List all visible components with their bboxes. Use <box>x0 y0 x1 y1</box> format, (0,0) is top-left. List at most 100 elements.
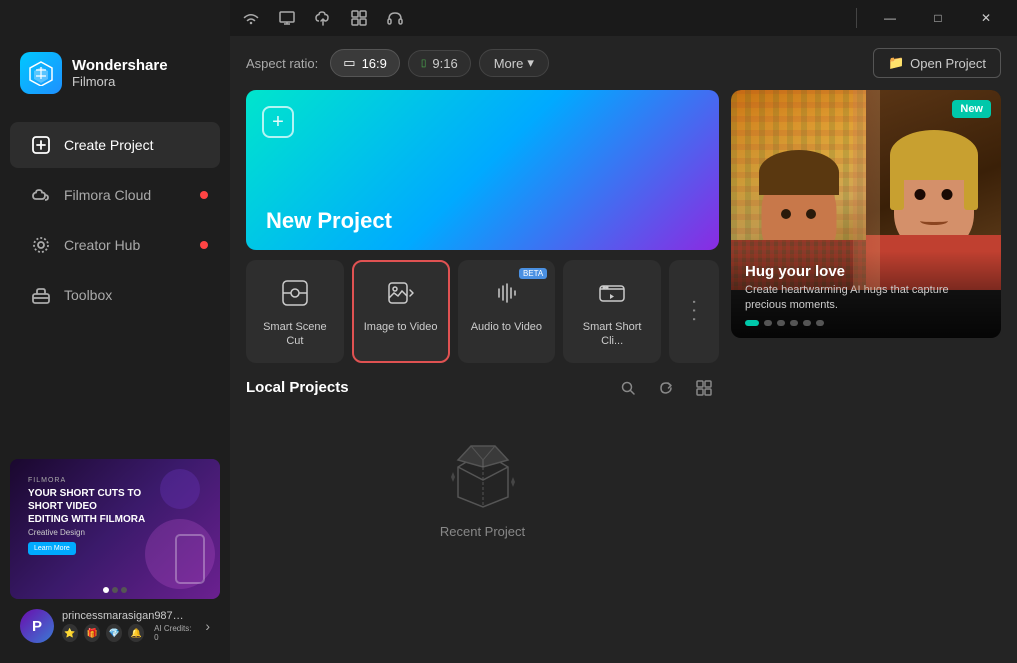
audio-to-video-card[interactable]: BETA Audio to Video <box>458 260 556 363</box>
wifi-icon[interactable] <box>240 7 262 29</box>
sidebar-item-filmora-cloud[interactable]: Filmora Cloud <box>10 172 220 218</box>
aspect-ratio-label: Aspect ratio: <box>246 56 318 71</box>
aspect-16-9-label: 16:9 <box>362 56 387 71</box>
image-to-video-icon <box>382 274 420 312</box>
user-info: princessmarasigan987@gm... ⭐ 🎁 💎 🔔 AI Cr… <box>62 610 197 642</box>
carousel-dot-5[interactable] <box>803 320 811 326</box>
empty-box-icon <box>443 442 523 512</box>
user-icon-3: 💎 <box>106 624 122 642</box>
create-project-icon <box>30 134 52 156</box>
nav-menu: Create Project Filmora Cloud Creator Hub <box>0 110 230 449</box>
main-content: Aspect ratio: ▭ 16:9 ▯ 9:16 More ▾ 📁 Ope… <box>230 36 1017 663</box>
feature-new-badge: New <box>952 100 991 118</box>
promo-banner[interactable]: Filmora YOUR SHORT CUTS TOSHORT VIDEOEDI… <box>10 459 220 599</box>
promo-learn-more-button[interactable]: Learn More <box>28 542 76 555</box>
aspect-16-9-icon: ▭ <box>343 55 355 71</box>
user-icon-row: ⭐ 🎁 💎 🔔 AI Credits: 0 <box>62 624 197 642</box>
content-area: + New Project Smart Scene Cut <box>230 90 1017 663</box>
more-chevron-icon: ▾ <box>527 55 534 71</box>
upload-cloud-icon[interactable] <box>312 7 334 29</box>
user-avatar: P <box>20 609 54 643</box>
promo-carousel-dots <box>103 587 127 593</box>
grid-view-button[interactable] <box>689 373 719 403</box>
section-actions <box>613 373 719 403</box>
open-project-button[interactable]: 📁 Open Project <box>873 48 1001 78</box>
user-icon-4: 🔔 <box>128 624 144 642</box>
sidebar-label-creator-hub: Creator Hub <box>64 237 140 253</box>
local-projects-section: Local Projects <box>246 373 719 647</box>
more-label: More <box>494 56 524 71</box>
smart-short-clip-label: Smart Short Cli... <box>573 320 651 349</box>
monitor-icon[interactable] <box>276 7 298 29</box>
user-arrow-icon: › <box>205 618 210 634</box>
new-project-banner[interactable]: + New Project <box>246 90 719 250</box>
user-email: princessmarasigan987@gm... <box>62 610 192 622</box>
smart-short-clip-icon <box>593 274 631 312</box>
left-section: + New Project Smart Scene Cut <box>246 90 719 647</box>
sidebar-bottom: Filmora YOUR SHORT CUTS TOSHORT VIDEOEDI… <box>0 449 230 663</box>
creator-hub-icon <box>30 234 52 256</box>
sidebar-item-creator-hub[interactable]: Creator Hub <box>10 222 220 268</box>
apps-grid-icon[interactable] <box>348 7 370 29</box>
carousel-dot-3[interactable] <box>777 320 785 326</box>
image-to-video-label: Image to Video <box>364 320 438 334</box>
audio-to-video-icon <box>487 274 525 312</box>
sidebar-label-filmora-cloud: Filmora Cloud <box>64 187 151 203</box>
smart-scene-cut-label: Smart Scene Cut <box>256 320 334 349</box>
app-logo: Wondershare Filmora <box>0 36 230 110</box>
creator-hub-notification-dot <box>200 241 208 249</box>
user-icon-1: ⭐ <box>62 624 78 642</box>
toolbar: Aspect ratio: ▭ 16:9 ▯ 9:16 More ▾ 📁 Ope… <box>230 36 1017 90</box>
more-aspect-button[interactable]: More ▾ <box>479 49 549 77</box>
feature-card[interactable]: New Hug your love Create heartwarming AI… <box>731 90 1001 338</box>
carousel-dot-4[interactable] <box>790 320 798 326</box>
app-name-filmora: Filmora <box>72 74 168 89</box>
smart-short-clip-card[interactable]: Smart Short Cli... <box>563 260 661 363</box>
carousel-dot-1[interactable] <box>745 320 759 326</box>
carousel-dot-2[interactable] <box>764 320 772 326</box>
empty-state: Recent Project <box>246 411 719 571</box>
smart-scene-cut-icon <box>276 274 314 312</box>
sidebar-item-toolbox[interactable]: Toolbox <box>10 272 220 318</box>
aspect-16-9-button[interactable]: ▭ 16:9 <box>330 49 400 77</box>
app-name-wondershare: Wondershare <box>72 57 168 74</box>
more-actions-card[interactable]: ··· <box>669 260 719 363</box>
filmora-cloud-icon <box>30 184 52 206</box>
user-credits-label: AI Credits: 0 <box>150 624 197 642</box>
quick-actions-row: Smart Scene Cut Image to Video <box>246 260 719 363</box>
empty-state-text: Recent Project <box>440 524 525 539</box>
carousel-dots <box>745 320 987 326</box>
aspect-9-16-icon: ▯ <box>421 58 427 69</box>
more-dots-icon: ··· <box>682 298 705 324</box>
aspect-9-16-label: 9:16 <box>432 56 457 71</box>
search-projects-button[interactable] <box>613 373 643 403</box>
beta-badge: BETA <box>519 268 547 279</box>
image-to-video-card[interactable]: Image to Video <box>352 260 450 363</box>
filmora-cloud-notification-dot <box>200 191 208 199</box>
refresh-projects-button[interactable] <box>651 373 681 403</box>
minimize-button[interactable]: — <box>867 0 913 36</box>
sidebar-label-create-project: Create Project <box>64 137 153 153</box>
new-project-title: New Project <box>266 208 392 234</box>
right-section: New Hug your love Create heartwarming AI… <box>731 90 1001 647</box>
new-project-plus-icon: + <box>262 106 294 138</box>
open-project-folder-icon: 📁 <box>888 55 904 71</box>
headset-icon[interactable] <box>384 7 406 29</box>
logo-icon <box>20 52 62 94</box>
logo-text: Wondershare Filmora <box>72 57 168 89</box>
close-button[interactable]: ✕ <box>963 0 1009 36</box>
smart-scene-cut-card[interactable]: Smart Scene Cut <box>246 260 344 363</box>
sidebar-item-create-project[interactable]: Create Project <box>10 122 220 168</box>
maximize-button[interactable]: □ <box>915 0 961 36</box>
local-projects-title: Local Projects <box>246 379 349 396</box>
sidebar-label-toolbox: Toolbox <box>64 287 112 303</box>
open-project-label: Open Project <box>910 56 986 71</box>
audio-to-video-label: Audio to Video <box>471 320 542 334</box>
sidebar: Wondershare Filmora Create Project Filmo… <box>0 0 230 663</box>
aspect-9-16-button[interactable]: ▯ 9:16 <box>408 50 471 77</box>
section-header: Local Projects <box>246 373 719 403</box>
carousel-dot-6[interactable] <box>816 320 824 326</box>
user-profile[interactable]: P princessmarasigan987@gm... ⭐ 🎁 💎 🔔 AI … <box>10 599 220 653</box>
toolbox-icon <box>30 284 52 306</box>
user-icon-2: 🎁 <box>84 624 100 642</box>
